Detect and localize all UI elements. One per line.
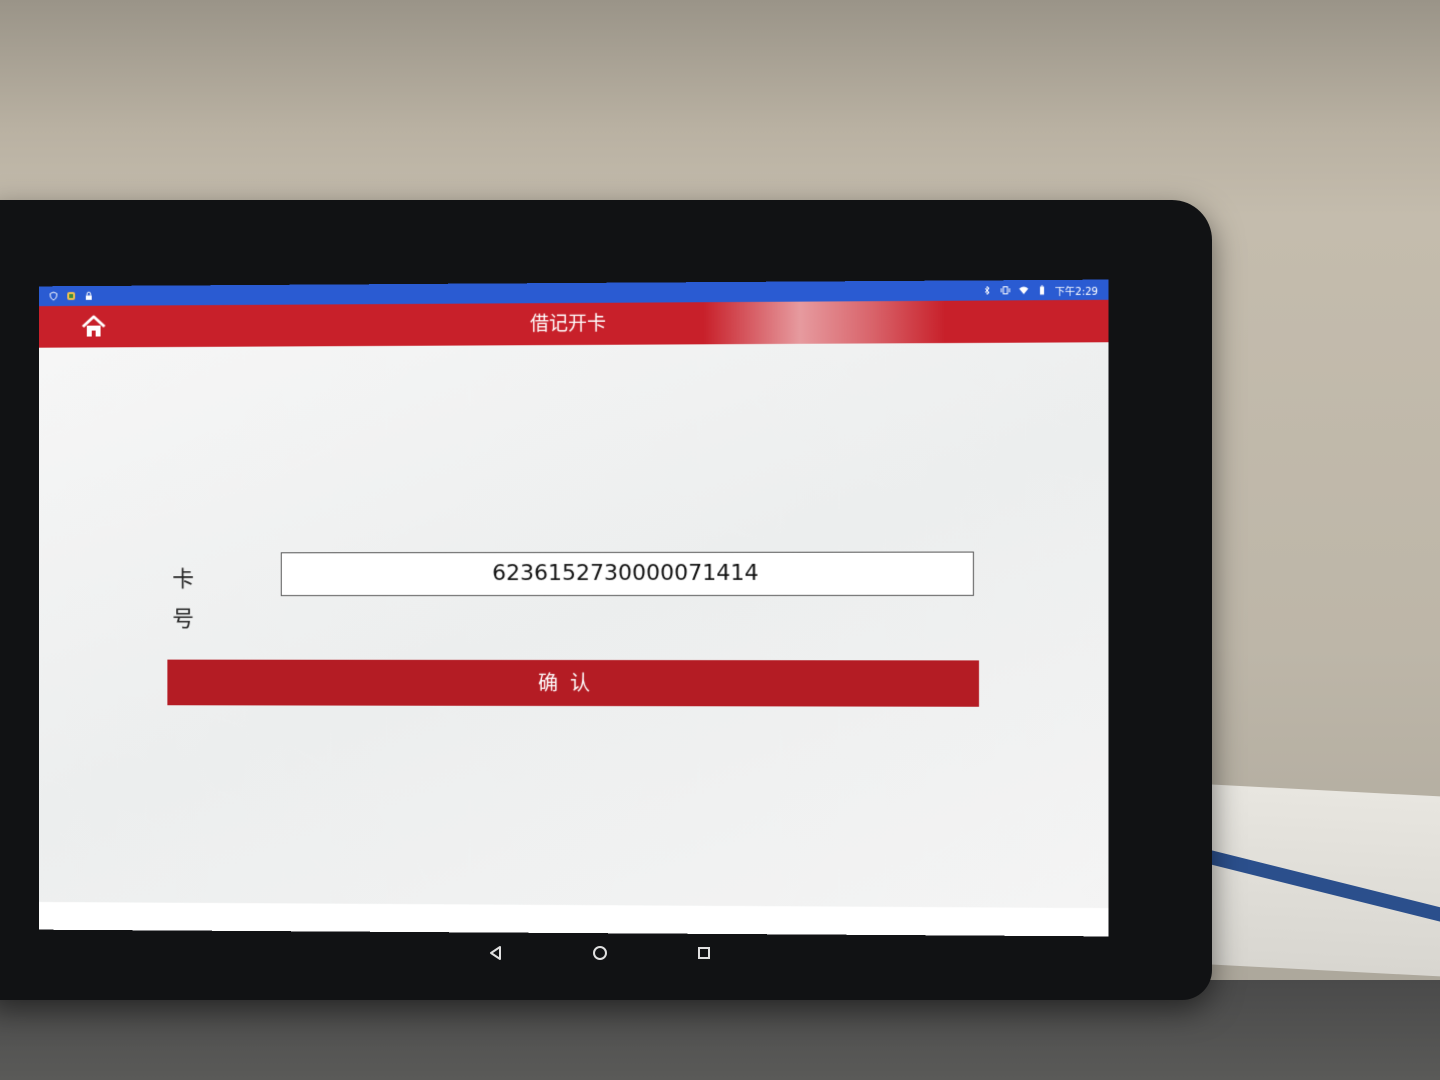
- bluetooth-icon: [982, 285, 992, 295]
- nav-recents-button[interactable]: [692, 943, 716, 967]
- home-icon: [80, 325, 107, 344]
- status-left-icons: [49, 291, 94, 301]
- lock-icon: [84, 291, 94, 301]
- vibrate-icon: [1000, 285, 1010, 295]
- shield-icon: [49, 291, 59, 301]
- app-icon: [66, 291, 76, 301]
- card-number-label: 卡号: [172, 567, 236, 632]
- app-bar: 借记开卡: [38, 299, 1109, 383]
- tablet-screen: 下午2:29 借记开卡 卡号 6236152730000071414 确认: [38, 279, 1109, 937]
- page-title: 借记开卡: [530, 312, 607, 336]
- confirm-button[interactable]: 确认: [167, 659, 980, 707]
- nav-home-button[interactable]: [588, 943, 612, 967]
- recents-square-icon: [696, 945, 712, 965]
- battery-icon: [1036, 285, 1046, 295]
- main-content: 卡号 6236152730000071414 确认: [38, 342, 1109, 909]
- nav-back-button[interactable]: [484, 943, 508, 967]
- home-circle-icon: [591, 944, 609, 966]
- wifi-icon: [1018, 285, 1028, 295]
- card-number-field[interactable]: 6236152730000071414: [280, 551, 974, 597]
- status-time: 下午2:29: [1054, 286, 1099, 298]
- status-right-icons: 下午2:29: [982, 282, 1099, 298]
- home-button[interactable]: [80, 314, 107, 340]
- back-triangle-icon: [488, 945, 504, 965]
- system-nav-bar: [0, 935, 1200, 975]
